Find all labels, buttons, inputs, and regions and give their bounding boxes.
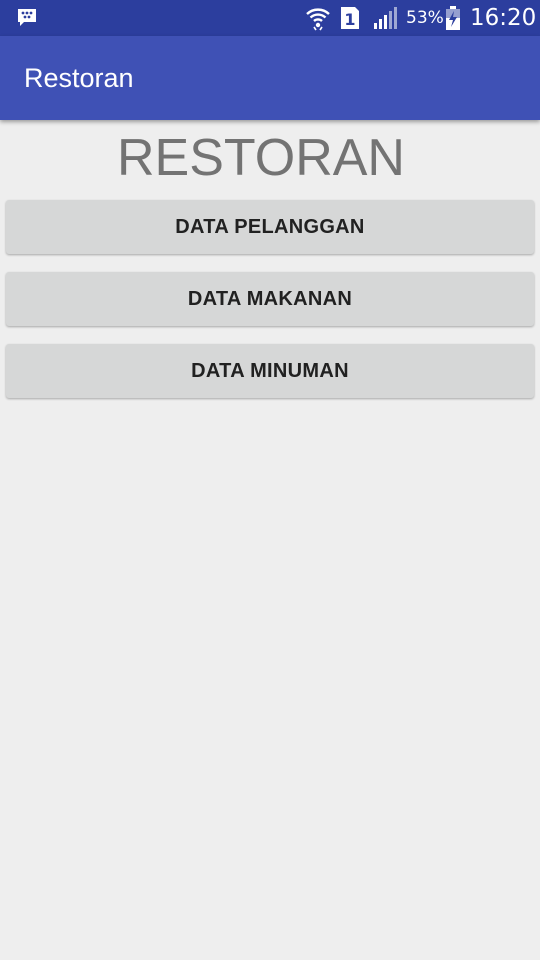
bbm-icon (18, 9, 36, 26)
signal-icon (374, 7, 397, 29)
wifi-icon (306, 8, 330, 31)
data-makanan-button[interactable]: DATA MAKANAN (6, 272, 534, 326)
data-minuman-button[interactable]: DATA MINUMAN (6, 344, 534, 398)
app-bar: Restoran (0, 36, 540, 120)
app-bar-title: Restoran (24, 63, 134, 93)
status-clock: 16:20 (470, 5, 537, 31)
page-heading: RESTORAN (117, 129, 405, 187)
battery-charging-icon (446, 6, 460, 30)
sim-slot-number: 1 (344, 10, 355, 29)
battery-percent: 53% (406, 8, 444, 28)
status-bar: 1 53% 16:20 (0, 0, 540, 36)
data-pelanggan-button[interactable]: DATA PELANGGAN (6, 200, 534, 254)
sim-icon: 1 (341, 7, 359, 29)
